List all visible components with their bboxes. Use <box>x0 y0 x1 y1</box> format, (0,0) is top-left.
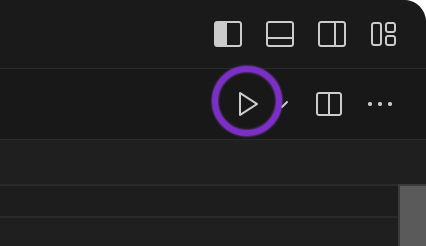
title-bar <box>0 0 426 69</box>
editor-line <box>0 186 398 218</box>
run-options-dropdown[interactable] <box>268 87 296 121</box>
more-actions-icon <box>366 100 394 108</box>
split-editor-icon <box>315 91 343 117</box>
customize-layout-icon <box>370 21 398 47</box>
more-actions-button[interactable] <box>363 87 397 121</box>
toggle-panel-icon <box>266 21 294 47</box>
toggle-secondary-sidebar-icon <box>318 21 346 47</box>
toggle-panel-button[interactable] <box>263 17 297 51</box>
breadcrumb-bar <box>0 140 426 186</box>
toggle-secondary-sidebar-button[interactable] <box>315 17 349 51</box>
chevron-down-icon <box>275 99 289 109</box>
editor-actions-bar <box>0 69 426 140</box>
split-editor-button[interactable] <box>312 87 346 121</box>
play-icon <box>235 90 261 118</box>
scrollbar-thumb[interactable] <box>400 186 426 246</box>
customize-layout-button[interactable] <box>367 17 401 51</box>
toggle-primary-sidebar-icon <box>214 21 242 47</box>
run-button[interactable] <box>231 87 265 121</box>
editor-line <box>0 218 398 246</box>
toggle-primary-sidebar-button[interactable] <box>211 17 245 51</box>
editor-window <box>0 0 426 246</box>
